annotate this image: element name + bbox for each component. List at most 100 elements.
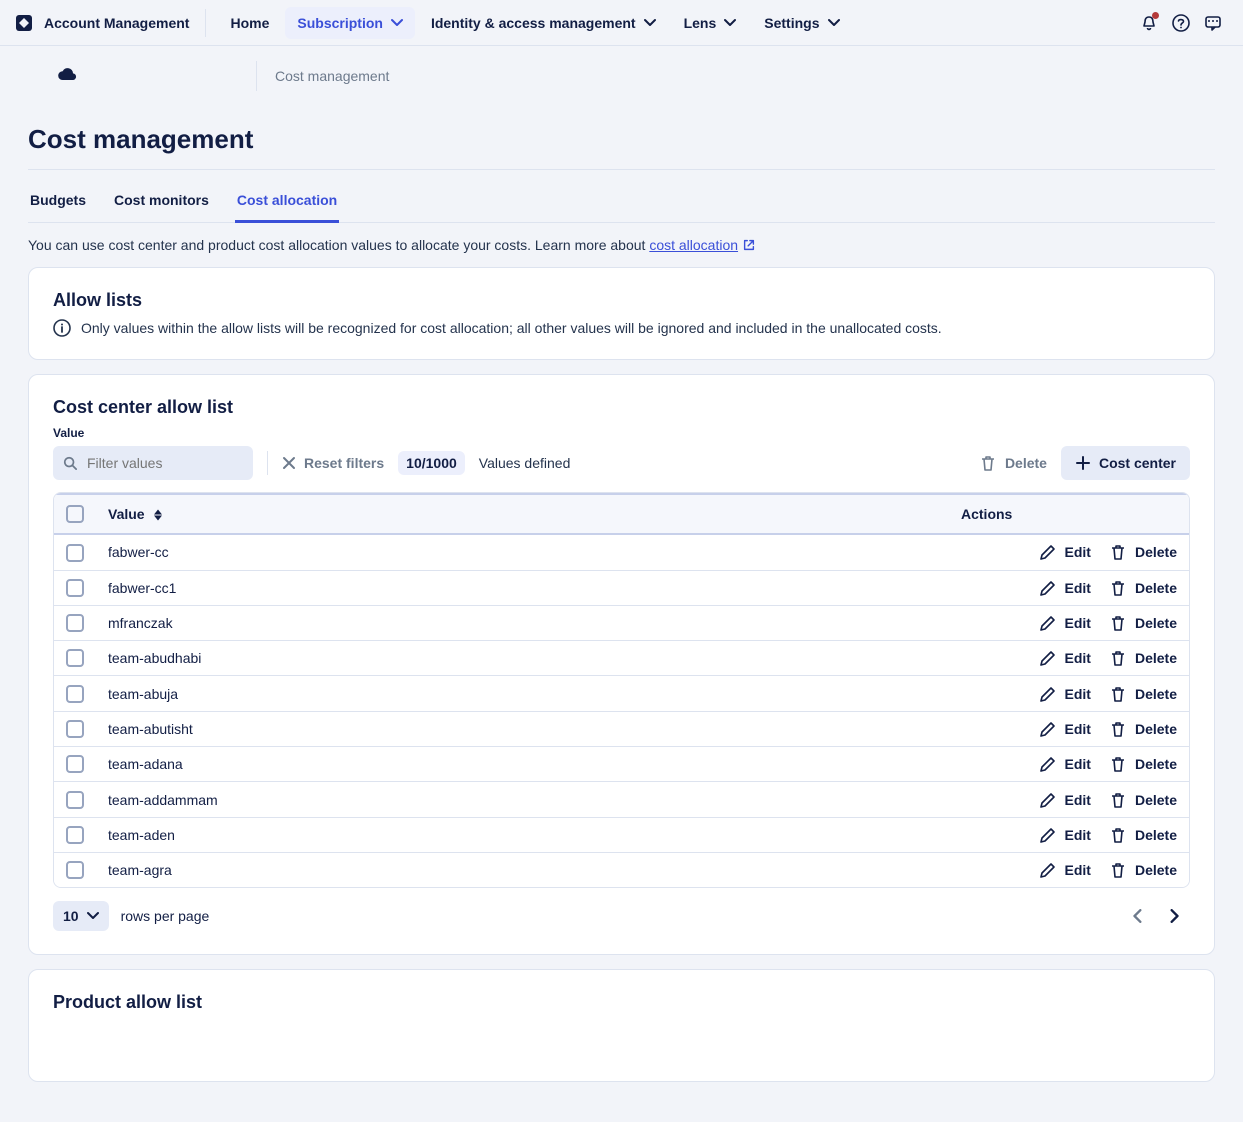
nav-lens[interactable]: Lens [672,7,749,39]
row-value: team-abuja [108,686,178,702]
table-row: mfranczakEditDelete [54,606,1189,641]
table-row: team-adana Edit Delete [54,747,1189,782]
edit-label: Edit [1065,721,1091,737]
delete-button[interactable]: Delete [1109,826,1177,844]
delete-button[interactable]: Delete [1109,579,1177,597]
delete-button[interactable]: Delete [1109,791,1177,809]
chevron-left-icon [1131,909,1145,923]
row-value: fabwer-cc1 [108,580,176,596]
feedback-button[interactable] [1197,7,1229,39]
help-button[interactable] [1165,7,1197,39]
cost-allocation-link[interactable]: cost allocation [649,237,738,253]
row-value: team-addammam [108,792,218,808]
table-row: team-abutisht Edit Delete [54,712,1189,747]
pencil-icon [1039,579,1057,597]
edit-button[interactable]: Edit [1039,614,1091,632]
trash-icon [979,454,997,472]
filter-input-wrapper[interactable] [53,446,253,480]
row-checkbox[interactable] [66,720,84,738]
page-size-select[interactable]: 10 [53,901,109,931]
cost-center-card: Cost center allow list Value Reset filte… [28,374,1215,955]
product-list-title: Product allow list [53,992,1190,1013]
add-cost-center-button[interactable]: Cost center [1061,446,1190,480]
filter-bar: Reset filters 10/1000 Values defined Del… [53,446,1190,480]
pencil-icon [1039,826,1057,844]
col-value[interactable]: Value [96,493,949,535]
bulk-delete-button[interactable]: Delete [979,454,1047,472]
edit-button[interactable]: Edit [1039,579,1091,597]
edit-button[interactable]: Edit [1039,649,1091,667]
delete-label: Delete [1135,721,1177,737]
row-checkbox[interactable] [66,649,84,667]
delete-label: Delete [1135,650,1177,666]
filter-input[interactable] [85,454,243,472]
trash-icon [1109,579,1127,597]
edit-button[interactable]: Edit [1039,685,1091,703]
next-page-button[interactable] [1158,900,1190,932]
row-value: team-abutisht [108,721,193,737]
delete-button[interactable]: Delete [1109,685,1177,703]
tabs: Budgets Cost monitors Cost allocation [28,178,1215,223]
nav-iam[interactable]: Identity & access management [419,7,668,39]
edit-button[interactable]: Edit [1039,755,1091,773]
chevron-down-icon [828,17,840,29]
nav-settings-label: Settings [764,15,819,31]
chevron-down-icon [644,17,656,29]
info-icon [53,319,71,337]
nav-home[interactable]: Home [218,7,281,39]
secondary-bar: Cost management [0,46,1243,106]
edit-button[interactable]: Edit [1039,791,1091,809]
nav-subscription[interactable]: Subscription [285,7,415,39]
row-checkbox[interactable] [66,826,84,844]
delete-button[interactable]: Delete [1109,755,1177,773]
edit-button[interactable]: Edit [1039,826,1091,844]
notification-badge [1152,12,1159,19]
edit-button[interactable]: Edit [1039,861,1091,879]
values-count-label: Values defined [479,455,571,471]
row-value: team-aden [108,827,175,843]
row-checkbox[interactable] [66,544,84,562]
row-checkbox[interactable] [66,579,84,597]
edit-label: Edit [1065,580,1091,596]
delete-button[interactable]: Delete [1109,861,1177,879]
notifications-button[interactable] [1133,7,1165,39]
row-checkbox[interactable] [66,755,84,773]
row-checkbox[interactable] [66,861,84,879]
delete-button[interactable]: Delete [1109,543,1177,561]
table-row: team-agraEditDelete [54,853,1189,887]
brand[interactable]: Account Management [14,9,206,37]
nav-subscription-label: Subscription [297,15,383,31]
delete-button[interactable]: Delete [1109,649,1177,667]
prev-page-button[interactable] [1122,900,1154,932]
table-row: fabwer-ccEditDelete [54,535,1189,570]
delete-label: Delete [1135,686,1177,702]
trash-icon [1109,543,1127,561]
help-icon [1172,14,1190,32]
cost-center-table: Value Actions fabwer-ccEditDeletefabwer-… [53,492,1190,888]
row-checkbox[interactable] [66,791,84,809]
nav-settings[interactable]: Settings [752,7,851,39]
delete-label: Delete [1135,615,1177,631]
brand-label: Account Management [44,15,189,31]
edit-button[interactable]: Edit [1039,720,1091,738]
delete-label: Delete [1135,827,1177,843]
reset-filters-label: Reset filters [304,455,384,471]
reset-filters-button[interactable]: Reset filters [282,455,384,471]
row-checkbox[interactable] [66,685,84,703]
pencil-icon [1039,543,1057,561]
delete-button[interactable]: Delete [1109,720,1177,738]
pencil-icon [1039,649,1057,667]
row-value: team-adana [108,756,183,772]
tab-cost-monitors[interactable]: Cost monitors [112,178,211,223]
filter-label: Value [53,426,1190,440]
tab-budgets[interactable]: Budgets [28,178,88,223]
trash-icon [1109,791,1127,809]
delete-button[interactable]: Delete [1109,614,1177,632]
edit-button[interactable]: Edit [1039,543,1091,561]
tab-cost-allocation[interactable]: Cost allocation [235,178,339,223]
select-all-checkbox[interactable] [66,505,84,523]
cost-center-title: Cost center allow list [53,397,1190,418]
page-title: Cost management [28,124,1215,155]
delete-label: Delete [1135,862,1177,878]
row-checkbox[interactable] [66,614,84,632]
